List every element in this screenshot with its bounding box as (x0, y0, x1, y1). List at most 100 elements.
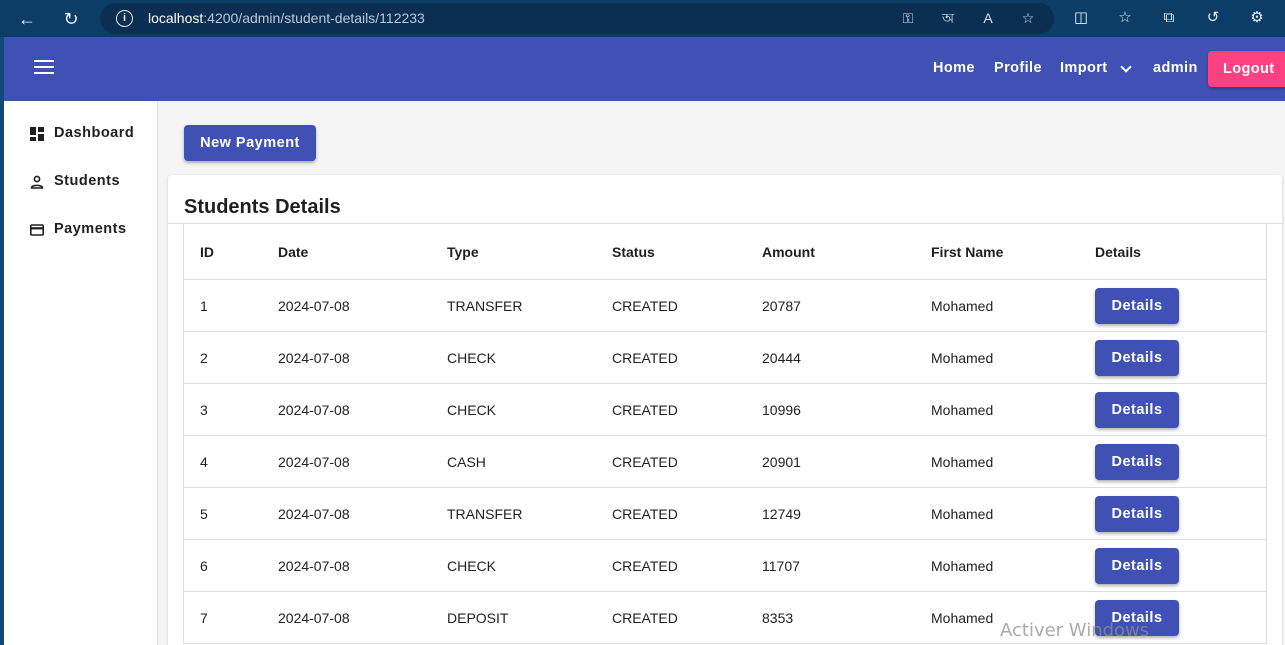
cell-amount: 20787 (762, 297, 801, 314)
user-name: admin (1153, 60, 1198, 76)
cell-status: CREATED (612, 505, 678, 522)
cell-first-name: Mohamed (931, 297, 994, 314)
column-header-amount[interactable]: Amount (762, 224, 815, 279)
cell-amount: 12749 (762, 505, 801, 522)
sidebar-item-dashboard[interactable]: Dashboard (28, 122, 152, 146)
cell-first-name: Mohamed (931, 401, 994, 418)
cell-status: CREATED (612, 401, 678, 418)
details-button[interactable]: Details (1095, 495, 1179, 532)
cell-id: 7 (200, 609, 208, 626)
student-details-card: Students Details ID Date Type Status Amo… (168, 175, 1282, 645)
cell-details: Details (1095, 436, 1179, 487)
cell-details: Details (1095, 540, 1179, 591)
cell-date: 2024-07-08 (278, 609, 350, 626)
sidebar-item-payments[interactable]: Payments (28, 218, 152, 242)
cell-details: Details (1095, 384, 1179, 435)
favorites-icon[interactable]: ☆ (1114, 7, 1136, 29)
cell-type: CHECK (447, 349, 497, 366)
cell-date: 2024-07-08 (278, 297, 350, 314)
column-header-date[interactable]: Date (278, 224, 308, 279)
cell-date: 2024-07-08 (278, 349, 350, 366)
cell-id: 5 (200, 505, 208, 522)
cell-amount: 20901 (762, 453, 801, 470)
credit-card-icon (30, 224, 44, 236)
details-button[interactable]: Details (1095, 287, 1179, 324)
payments-table: ID Date Type Status Amount First Name De… (183, 224, 1267, 644)
cell-id: 3 (200, 401, 208, 418)
reload-icon[interactable]: ↻ (58, 6, 84, 32)
sidebar: Dashboard Students Payments (4, 101, 158, 645)
column-header-status[interactable]: Status (612, 224, 655, 279)
cell-type: CHECK (447, 401, 497, 418)
cell-type: DEPOSIT (447, 609, 509, 626)
cell-date: 2024-07-08 (278, 401, 350, 418)
nav-home-link[interactable]: Home (933, 60, 975, 76)
chevron-down-icon[interactable] (1120, 61, 1132, 73)
site-info-icon[interactable]: i (116, 10, 133, 27)
translate-icon[interactable]: অ (938, 8, 958, 28)
nav-profile-link[interactable]: Profile (994, 60, 1042, 76)
column-header-type[interactable]: Type (447, 224, 479, 279)
table-row: 1 2024-07-08 TRANSFER CREATED 20787 Moha… (184, 280, 1266, 332)
cell-type: TRANSFER (447, 297, 523, 314)
new-payment-button[interactable]: New Payment (184, 125, 316, 161)
url-text: localhost:4200/admin/student-details/112… (148, 10, 425, 26)
cell-date: 2024-07-08 (278, 453, 350, 470)
table-row: 5 2024-07-08 TRANSFER CREATED 12749 Moha… (184, 488, 1266, 540)
person-icon (30, 175, 44, 189)
cell-first-name: Mohamed (931, 349, 994, 366)
nav-import-menu[interactable]: Import (1060, 60, 1108, 76)
cell-amount: 8353 (762, 609, 794, 626)
sidebar-item-label: Payments (54, 221, 127, 237)
address-bar[interactable]: i localhost:4200/admin/student-details/1… (100, 3, 1054, 34)
cell-amount: 20444 (762, 349, 801, 366)
cell-id: 4 (200, 453, 208, 470)
sidebar-item-label: Dashboard (54, 125, 135, 141)
sidebar-item-students[interactable]: Students (28, 170, 152, 194)
cell-status: CREATED (612, 609, 678, 626)
page-title: Students Details (184, 196, 341, 218)
app-root: Home Profile Import admin Logout Dashboa… (4, 37, 1285, 645)
sidebar-item-label: Students (54, 173, 121, 189)
column-header-first-name[interactable]: First Name (931, 224, 1003, 279)
app-toolbar: Home Profile Import admin Logout (4, 37, 1285, 101)
table-row: 6 2024-07-08 CHECK CREATED 11707 Mohamed… (184, 540, 1266, 592)
cell-first-name: Mohamed (931, 609, 994, 626)
cell-details: Details (1095, 332, 1179, 383)
key-icon[interactable]: ⚿ (898, 8, 918, 28)
details-button[interactable]: Details (1095, 339, 1179, 376)
cell-status: CREATED (612, 297, 678, 314)
table-row: 3 2024-07-08 CHECK CREATED 10996 Mohamed… (184, 384, 1266, 436)
cell-status: CREATED (612, 453, 678, 470)
cell-details: Details (1095, 280, 1179, 331)
column-header-id[interactable]: ID (200, 224, 214, 279)
logout-button[interactable]: Logout (1208, 51, 1285, 87)
details-button[interactable]: Details (1095, 443, 1179, 480)
table-row: 2 2024-07-08 CHECK CREATED 20444 Mohamed… (184, 332, 1266, 384)
cell-date: 2024-07-08 (278, 505, 350, 522)
cell-status: CREATED (612, 349, 678, 366)
details-button[interactable]: Details (1095, 391, 1179, 428)
cell-first-name: Mohamed (931, 557, 994, 574)
cell-amount: 10996 (762, 401, 801, 418)
cell-id: 2 (200, 349, 208, 366)
cell-id: 6 (200, 557, 208, 574)
menu-icon[interactable] (34, 60, 54, 76)
split-screen-icon[interactable]: ◫ (1070, 7, 1092, 29)
collections-icon[interactable]: ⧉ (1158, 7, 1180, 29)
browser-toolbar: ← ↻ i localhost:4200/admin/student-detai… (0, 0, 1285, 37)
history-icon[interactable]: ↺ (1202, 7, 1224, 29)
cell-amount: 11707 (762, 557, 800, 574)
table-row: 4 2024-07-08 CASH CREATED 20901 Mohamed … (184, 436, 1266, 488)
windows-activation-watermark: Activer Windows (1000, 620, 1150, 641)
read-aloud-icon[interactable]: A (978, 8, 998, 28)
cell-id: 1 (200, 297, 208, 314)
favorite-star-icon[interactable]: ☆ (1018, 8, 1038, 28)
cell-date: 2024-07-08 (278, 557, 350, 574)
extensions-icon[interactable]: ⚙ (1246, 7, 1268, 29)
cell-type: CHECK (447, 557, 497, 574)
cell-first-name: Mohamed (931, 505, 994, 522)
cell-details: Details (1095, 488, 1179, 539)
details-button[interactable]: Details (1095, 547, 1179, 584)
back-icon[interactable]: ← (14, 6, 40, 32)
